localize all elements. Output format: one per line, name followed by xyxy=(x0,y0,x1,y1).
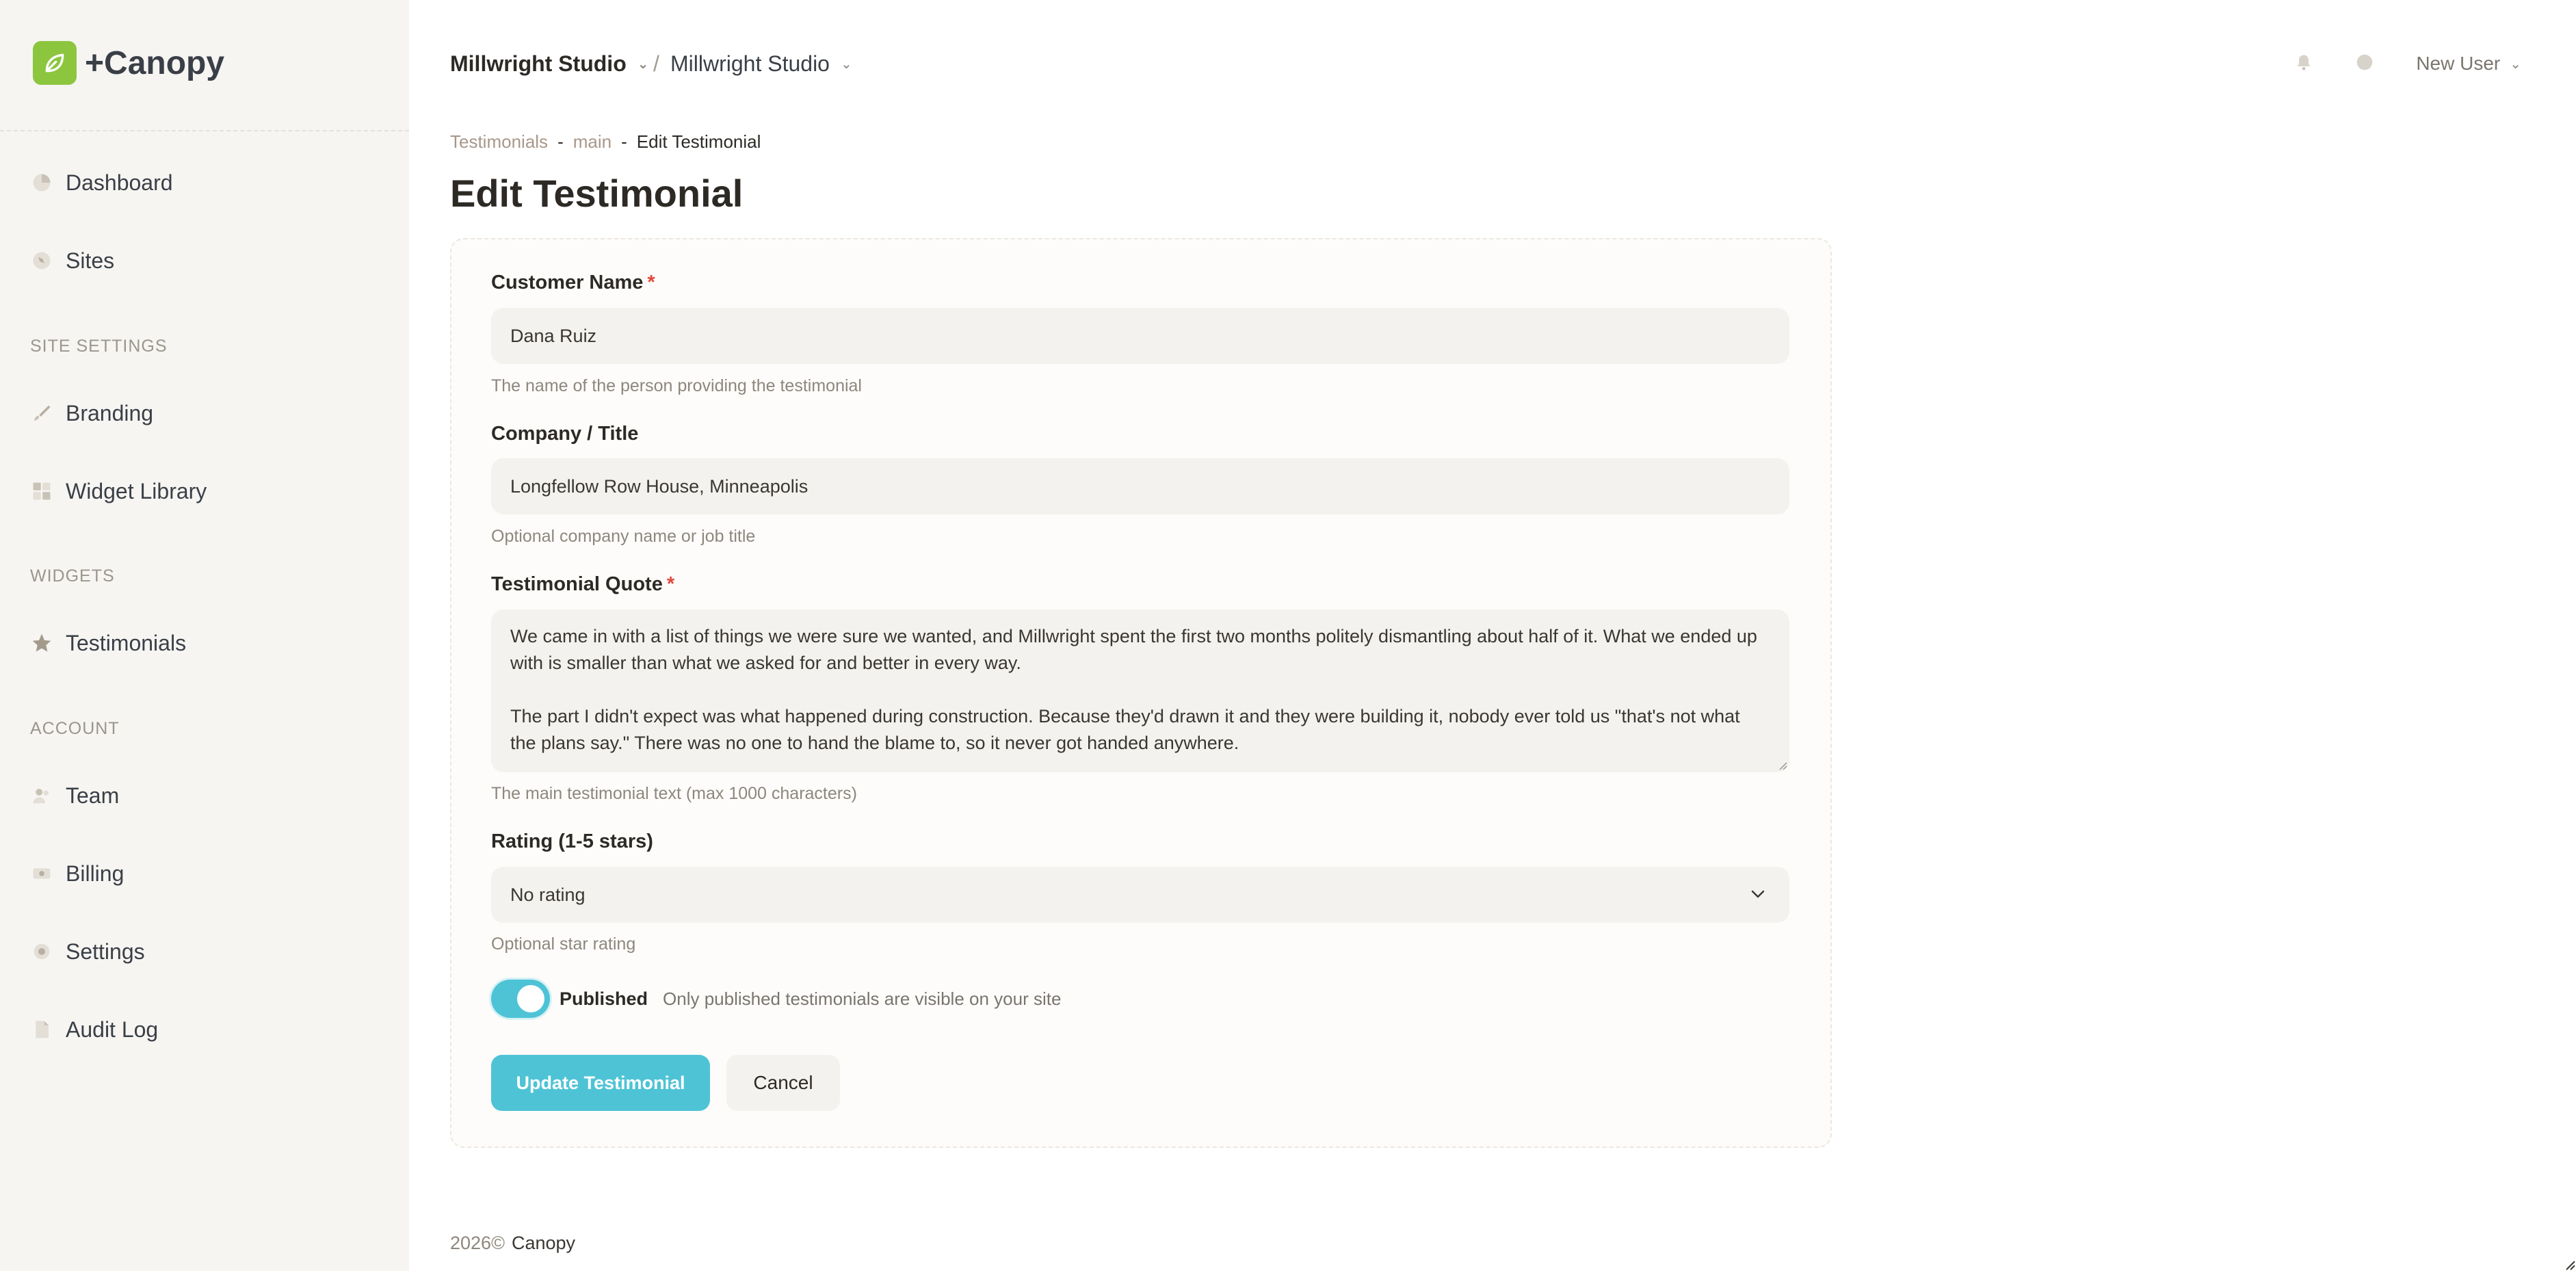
sidebar-item-testimonials[interactable]: Testimonials xyxy=(30,623,186,664)
sidebar-divider xyxy=(0,130,409,131)
chevron-down-icon xyxy=(1751,890,1765,898)
cancel-button[interactable]: Cancel xyxy=(726,1055,840,1111)
testimonial-quote-label: Testimonial Quote * xyxy=(491,573,675,595)
sidebar-item-sites[interactable]: Sites xyxy=(30,240,114,281)
sidebar-item-label: Settings xyxy=(66,939,145,964)
section-label-account: ACCOUNT xyxy=(30,719,120,738)
page-title: Edit Testimonial xyxy=(450,172,744,215)
sidebar-item-settings[interactable]: Settings xyxy=(30,931,145,972)
sidebar-item-branding[interactable]: Branding xyxy=(30,393,153,434)
required-mark: * xyxy=(647,272,655,293)
section-label-widgets: WIDGETS xyxy=(30,566,115,586)
logo-text: +Canopy xyxy=(85,44,225,81)
banknote-icon xyxy=(30,862,53,885)
rating-hint: Optional star rating xyxy=(491,934,636,954)
company-title-input[interactable]: Longfellow Row House, Minneapolis xyxy=(491,458,1789,514)
testimonial-form: Customer Name * Dana Ruiz The name of the… xyxy=(450,238,1832,1148)
logo[interactable]: +Canopy xyxy=(33,40,224,86)
breadcrumb-testimonials[interactable]: Testimonials xyxy=(450,131,548,153)
customer-name-label: Customer Name * xyxy=(491,272,655,293)
sidebar-item-label: Billing xyxy=(66,861,124,886)
rating-selected-value: No rating xyxy=(510,884,586,905)
sidebar-item-label: Team xyxy=(66,783,120,808)
theme-toggle-moon-icon[interactable] xyxy=(2354,52,2375,76)
sidebar-item-audit-log[interactable]: Audit Log xyxy=(30,1009,158,1050)
published-description: Only published testimonials are visible … xyxy=(663,988,1062,1009)
sidebar-item-team[interactable]: Team xyxy=(30,775,119,816)
breadcrumb-current: Edit Testimonial xyxy=(636,131,761,152)
user-name: New User xyxy=(2416,53,2501,74)
footer: 2026© Canopy xyxy=(450,1233,575,1254)
grid-icon xyxy=(30,480,53,503)
star-icon xyxy=(30,631,53,655)
topbar-actions: New User ⌄ xyxy=(2294,47,2521,81)
company-title-hint: Optional company name or job title xyxy=(491,527,756,546)
topbar-separator: / xyxy=(653,51,659,76)
chevron-down-icon: ⌄ xyxy=(840,56,852,72)
breadcrumb-main[interactable]: main xyxy=(573,131,612,153)
published-row: Published Only published testimonials ar… xyxy=(491,980,1061,1018)
org-switcher[interactable]: Millwright Studio ⌄ xyxy=(450,47,649,81)
sidebar-item-label: Testimonials xyxy=(66,630,187,655)
org-name: Millwright Studio xyxy=(450,51,627,76)
sidebar-item-label: Sites xyxy=(66,248,115,273)
sidebar: +Canopy Dashboard Sites SITE SETTINGS Br… xyxy=(0,0,409,1271)
testimonial-quote-hint: The main testimonial text (max 1000 char… xyxy=(491,784,857,803)
users-icon xyxy=(30,784,53,807)
published-toggle[interactable] xyxy=(491,980,550,1018)
document-icon xyxy=(30,1018,53,1041)
breadcrumb-separator: - xyxy=(621,131,627,152)
brush-icon xyxy=(30,402,53,425)
user-menu[interactable]: New User ⌄ xyxy=(2416,53,2521,75)
window-resize-icon xyxy=(2566,1261,2575,1270)
sidebar-item-label: Branding xyxy=(66,400,154,425)
toggle-knob xyxy=(517,985,544,1012)
site-name: Millwright Studio xyxy=(670,51,830,76)
footer-brand[interactable]: Canopy xyxy=(512,1233,575,1254)
breadcrumb-separator: - xyxy=(557,131,564,152)
site-switcher[interactable]: Millwright Studio ⌄ xyxy=(670,47,852,81)
sidebar-item-label: Widget Library xyxy=(66,478,207,503)
pie-chart-icon xyxy=(30,171,53,194)
update-testimonial-button[interactable]: Update Testimonial xyxy=(491,1055,710,1111)
testimonial-quote-textarea[interactable]: We came in with a list of things we were… xyxy=(491,610,1789,772)
section-label-site-settings: SITE SETTINGS xyxy=(30,337,168,356)
chevron-down-icon: ⌄ xyxy=(637,56,649,72)
globe-icon xyxy=(30,249,53,272)
bell-icon[interactable] xyxy=(2294,53,2313,75)
breadcrumb: Testimonials - main - Edit Testimonial xyxy=(450,131,761,153)
rating-select[interactable]: No rating xyxy=(491,867,1789,923)
sidebar-item-label: Dashboard xyxy=(66,170,173,195)
footer-year: 2026© xyxy=(450,1233,505,1253)
customer-name-hint: The name of the person providing the tes… xyxy=(491,376,862,395)
chevron-down-icon: ⌄ xyxy=(2510,56,2521,72)
rating-label: Rating (1-5 stars) xyxy=(491,830,653,852)
customer-name-input[interactable]: Dana Ruiz xyxy=(491,308,1789,364)
gear-icon xyxy=(30,940,53,963)
required-mark: * xyxy=(666,573,675,595)
published-label: Published xyxy=(560,988,648,1009)
sidebar-item-label: Audit Log xyxy=(66,1017,159,1042)
leaf-logo-icon xyxy=(33,41,77,85)
sidebar-item-dashboard[interactable]: Dashboard xyxy=(30,162,173,203)
sidebar-item-billing[interactable]: Billing xyxy=(30,853,124,894)
resize-handle-icon[interactable] xyxy=(1777,760,1788,771)
company-title-label: Company / Title xyxy=(491,423,639,445)
sidebar-item-widget-library[interactable]: Widget Library xyxy=(30,471,207,512)
